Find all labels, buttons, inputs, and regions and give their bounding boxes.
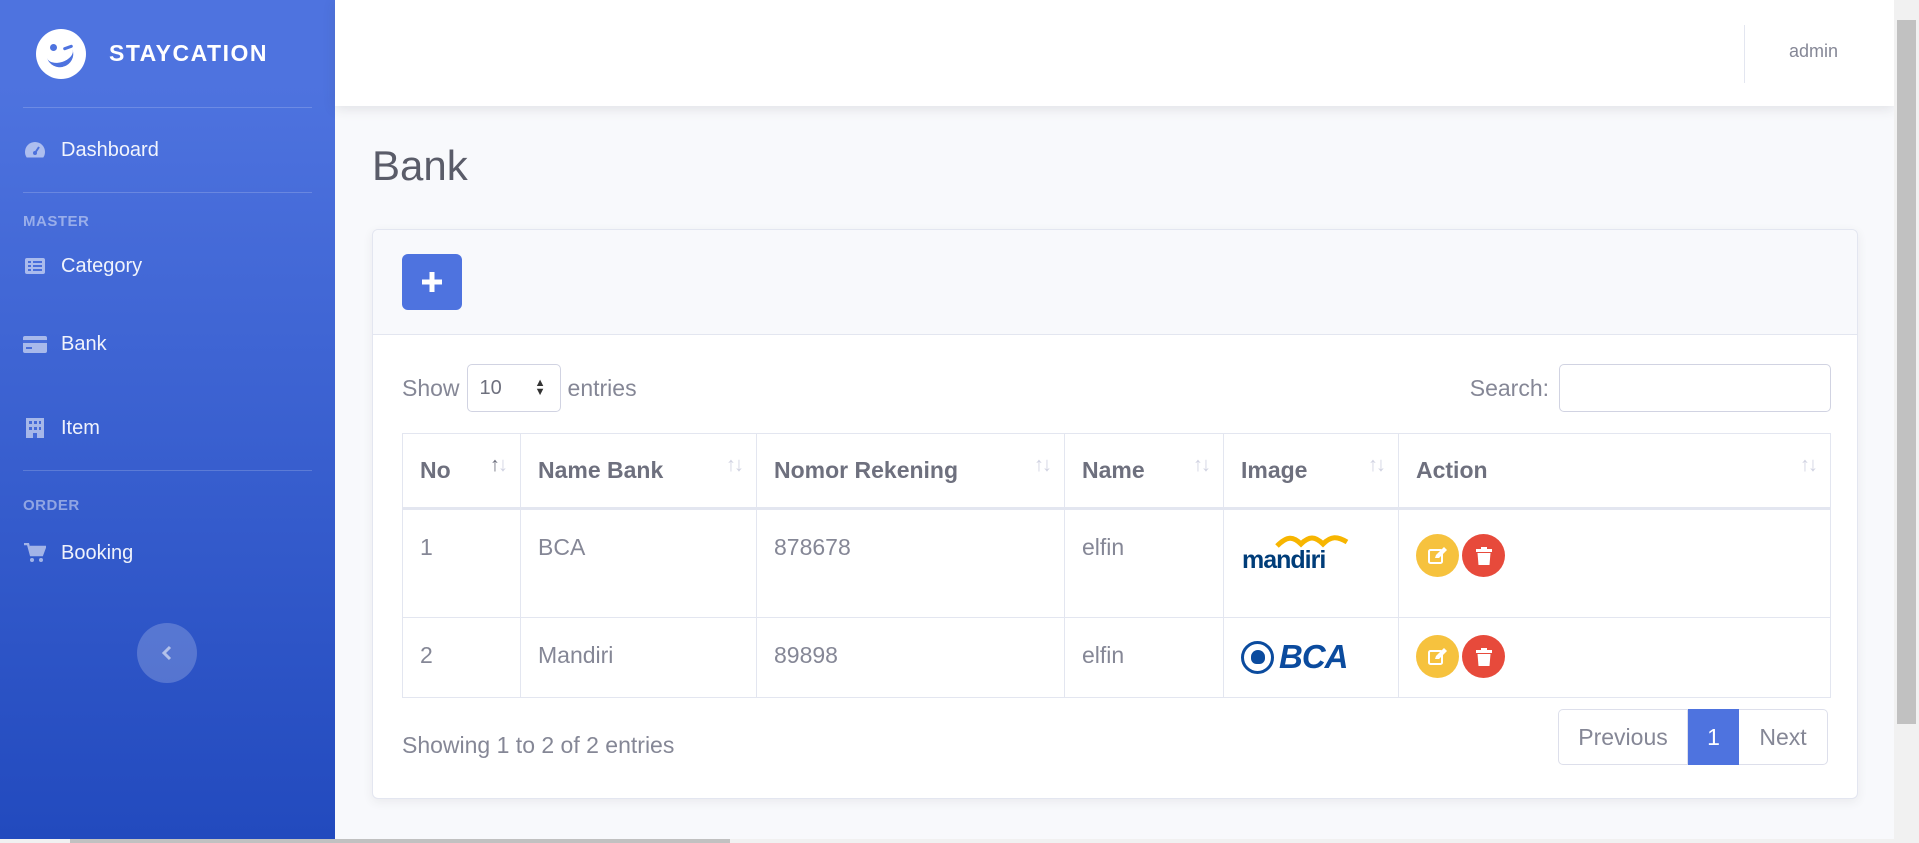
edit-icon — [1427, 647, 1447, 665]
credit-card-icon — [23, 334, 47, 354]
column-header-name-bank[interactable]: Name Bank ↑↓ — [520, 433, 757, 510]
sidebar-heading-order: ORDER — [23, 497, 80, 514]
horizontal-scrollbar[interactable] — [0, 839, 1919, 843]
cell-name: elfin — [1064, 617, 1224, 698]
page-title: Bank — [372, 142, 468, 189]
cell-image: mandiri — [1223, 508, 1399, 618]
mandiri-logo-text: mandiri — [1242, 546, 1326, 574]
column-header-action[interactable]: Action ↑↓ — [1398, 433, 1831, 510]
bca-logo-text: BCA — [1279, 638, 1348, 675]
cell-action — [1398, 617, 1831, 698]
entries-length: Show 10 ▲ ▼ entries — [402, 364, 637, 412]
sidebar-item-booking[interactable]: Booking — [0, 514, 335, 592]
plus-icon — [422, 272, 442, 292]
sidebar-heading-master: MASTER — [23, 213, 90, 230]
vertical-scrollbar-thumb[interactable] — [1897, 20, 1916, 724]
column-header-no[interactable]: No ↑↓ — [402, 433, 521, 510]
user-menu[interactable]: admin — [1789, 41, 1838, 62]
cell-action — [1398, 508, 1831, 618]
search-input[interactable] — [1559, 364, 1831, 412]
sidebar-item-label: Booking — [61, 541, 134, 564]
topbar: admin — [335, 0, 1894, 106]
show-label: Show — [402, 374, 460, 401]
column-header-name[interactable]: Name ↑↓ — [1064, 433, 1224, 510]
entries-select[interactable]: 10 ▲ ▼ — [466, 364, 561, 412]
tachometer-icon — [23, 140, 47, 160]
cell-image: BCA — [1223, 617, 1399, 698]
horizontal-scrollbar-thumb[interactable] — [70, 839, 730, 843]
cell-name-bank: BCA — [520, 508, 757, 618]
bca-logo-image: BCA — [1241, 638, 1348, 676]
bank-table: No ↑↓ Name Bank ↑↓ Nomor Rekening ↑↓ Name ↑↓… — [402, 433, 1831, 698]
brand-name: STAYCATION — [109, 40, 268, 66]
topbar-divider — [1744, 25, 1745, 83]
mandiri-logo-image: mandiri — [1241, 534, 1351, 574]
delete-button[interactable] — [1462, 635, 1505, 678]
sidebar-item-category[interactable]: Category — [0, 230, 335, 302]
edit-button[interactable] — [1416, 635, 1459, 678]
cell-name-bank: Mandiri — [520, 617, 757, 698]
cell-nomor-rekening: 89898 — [756, 617, 1065, 698]
sidebar-item-dashboard[interactable]: Dashboard — [0, 108, 335, 192]
trash-icon — [1475, 546, 1492, 565]
edit-icon — [1427, 546, 1447, 564]
page-1-button[interactable]: 1 — [1688, 709, 1739, 765]
column-header-image[interactable]: Image ↑↓ — [1223, 433, 1399, 510]
entries-label: entries — [567, 374, 637, 401]
sort-icon: ↑↓ — [1800, 454, 1818, 476]
table-header-row: No ↑↓ Name Bank ↑↓ Nomor Rekening ↑↓ Name ↑↓… — [402, 433, 1831, 510]
building-icon — [23, 418, 47, 438]
delete-button[interactable] — [1462, 534, 1505, 577]
sort-ascending-icon: ↑↓ — [490, 454, 508, 476]
column-header-nomor-rekening[interactable]: Nomor Rekening ↑↓ — [756, 433, 1065, 510]
previous-page-button[interactable]: Previous — [1558, 709, 1688, 765]
sort-icon: ↑↓ — [1034, 454, 1052, 476]
sidebar-item-label: Bank — [61, 332, 107, 355]
sidebar-item-item[interactable]: Item — [0, 386, 335, 470]
table-search: Search: — [1470, 364, 1831, 412]
sidebar: STAYCATION Dashboard MASTER Category Ban… — [0, 0, 335, 839]
search-label: Search: — [1469, 374, 1549, 401]
cell-name: elfin — [1064, 508, 1224, 618]
sidebar-brand[interactable]: STAYCATION — [0, 0, 335, 107]
table-row: 2 Mandiri 89898 elfin BCA — [402, 617, 1831, 698]
vertical-scrollbar[interactable] — [1894, 0, 1919, 839]
sidebar-toggle-button[interactable] — [137, 623, 197, 683]
bank-card: Show 10 ▲ ▼ entries Search: No ↑↓ Name Ban… — [372, 229, 1858, 799]
add-bank-button[interactable] — [402, 254, 462, 310]
trash-icon — [1475, 647, 1492, 666]
sidebar-item-bank[interactable]: Bank — [0, 302, 335, 386]
table-info: Showing 1 to 2 of 2 entries — [402, 732, 675, 758]
edit-button[interactable] — [1416, 534, 1459, 577]
select-arrows-icon: ▲ ▼ — [534, 377, 546, 398]
brand-logo-icon — [36, 28, 86, 79]
chevron-left-icon — [161, 645, 172, 661]
list-alt-icon — [23, 256, 47, 276]
card-header — [373, 230, 1857, 335]
entries-select-value: 10 — [479, 376, 502, 399]
sort-icon: ↑↓ — [1368, 454, 1386, 476]
table-row: 1 BCA 878678 elfin mandiri — [402, 508, 1831, 618]
sort-icon: ↑↓ — [726, 454, 744, 476]
cell-no: 2 — [402, 617, 521, 698]
next-page-button[interactable]: Next — [1739, 709, 1828, 765]
table-controls: Show 10 ▲ ▼ entries Search: — [402, 364, 1831, 414]
shopping-cart-icon — [23, 543, 47, 563]
sidebar-item-label: Item — [61, 416, 100, 439]
cell-no: 1 — [402, 508, 521, 618]
sidebar-item-label: Dashboard — [61, 138, 159, 161]
cell-nomor-rekening: 878678 — [756, 508, 1065, 618]
sort-icon: ↑↓ — [1193, 454, 1211, 476]
bca-seal-icon — [1241, 640, 1274, 674]
pagination: Previous 1 Next — [1558, 709, 1828, 765]
sidebar-item-label: Category — [61, 254, 143, 277]
